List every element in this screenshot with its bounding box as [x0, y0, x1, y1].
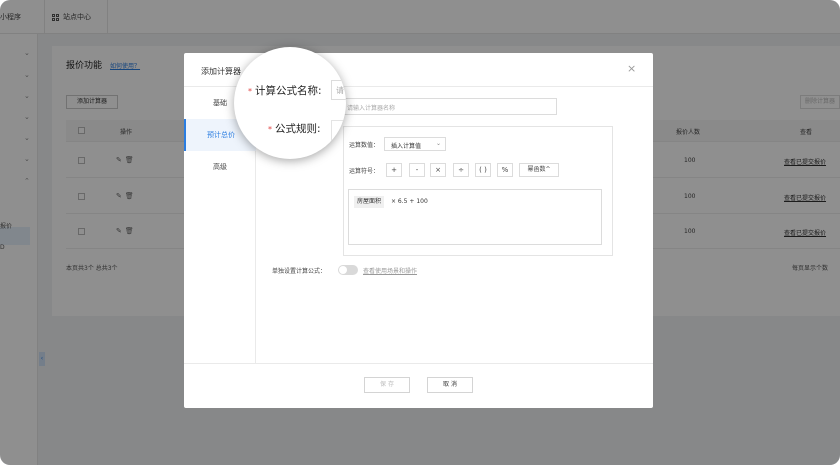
dialog-title: 添加计算器	[201, 67, 241, 76]
view-usage-scenarios-link[interactable]: 查看使用场景和操作	[363, 266, 417, 275]
magnified-name-label: * 计算公式名称:	[248, 83, 322, 98]
chevron-down-icon: ⌄	[435, 140, 441, 147]
formula-variable-tag[interactable]: 房屋面积	[354, 196, 385, 208]
magnified-rule-box	[331, 120, 346, 159]
operator-label: 运算符号：	[349, 168, 380, 175]
divider	[184, 363, 653, 364]
magnifier-callout: * 计算公式名称: * 公式规则: 请	[234, 47, 346, 159]
magnified-rule-text: 公式规则:	[275, 123, 321, 135]
magnified-name-text: 计算公式名称:	[255, 85, 322, 97]
close-icon[interactable]: ×	[627, 62, 636, 75]
formula-editor[interactable]	[348, 189, 602, 245]
operator-minus-button[interactable]: -	[409, 163, 425, 177]
independent-formula-toggle[interactable]	[338, 265, 358, 275]
magnified-rule-label: * 公式规则:	[268, 121, 321, 136]
tab-advanced[interactable]: 高级	[184, 151, 256, 183]
toggle-knob	[339, 266, 347, 274]
calculator-name-input[interactable]: 请输入计算器名称	[344, 98, 557, 115]
cancel-button[interactable]: 取 消	[427, 377, 473, 393]
operator-parentheses-button[interactable]: ( )	[475, 163, 491, 177]
operator-divide-button[interactable]: ÷	[453, 163, 469, 177]
operator-percent-button[interactable]: %	[497, 163, 513, 177]
app-window: 小程序 站点中心 ⌄ ⌄ ⌄ ⌄ ⌄ ⌄ ⌃ 报价 D ‹ 报价功能 如何使用？…	[0, 0, 840, 465]
independent-formula-label: 单独设置计算公式：	[272, 268, 327, 275]
insert-value-select[interactable]: 插入计算值 ⌄	[384, 137, 446, 151]
insert-value-select-value: 插入计算值	[391, 143, 422, 150]
operator-power-button[interactable]: 幂函数^	[519, 163, 559, 177]
operand-label: 运算数值：	[349, 142, 380, 149]
save-button[interactable]: 保 存	[364, 377, 410, 393]
required-mark: *	[268, 125, 272, 134]
required-mark: *	[248, 87, 252, 96]
operator-plus-button[interactable]: +	[386, 163, 402, 177]
operator-multiply-button[interactable]: ×	[430, 163, 446, 177]
formula-expression: × 6.5 + 100	[391, 198, 428, 205]
magnified-name-input: 请	[331, 80, 346, 100]
